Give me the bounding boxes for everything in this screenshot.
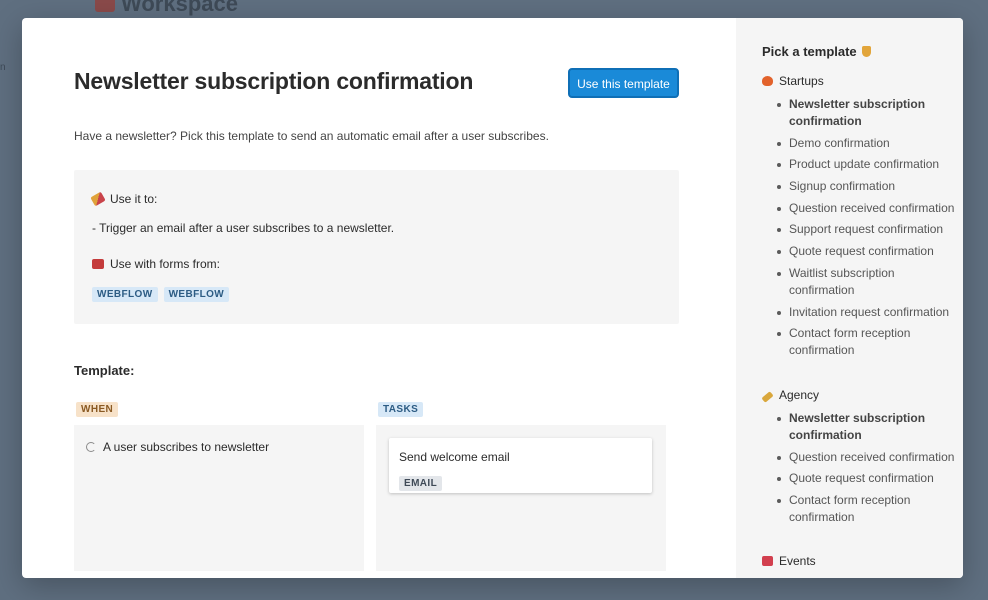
- template-section-title: Template:: [74, 363, 135, 378]
- when-label: WHEN: [76, 399, 119, 417]
- tasks-label: TASKS: [378, 399, 424, 417]
- info-box: Use it to: - Trigger an email after a us…: [74, 170, 679, 324]
- refresh-icon: [86, 442, 96, 452]
- pointing-down-icon: [861, 46, 871, 57]
- category-label: Startups: [779, 74, 824, 88]
- form-tag-webflow: WEBFLOW: [92, 287, 158, 302]
- template-item[interactable]: Invitation request confirmation: [775, 304, 955, 321]
- category-agency: Agency: [761, 388, 820, 403]
- sidebar-title: Pick a template: [762, 44, 871, 59]
- use-template-button[interactable]: Use this template: [568, 68, 679, 98]
- page-title: Newsletter subscription confirmation: [74, 68, 474, 94]
- template-item[interactable]: Contact form reception confirmation: [775, 325, 955, 359]
- use-it-to-label: Use it to:: [110, 192, 158, 206]
- template-item[interactable]: Contact form reception confirmation: [775, 492, 955, 526]
- startups-template-list: Newsletter subscription confirmation Dem…: [775, 96, 955, 364]
- use-it-to-row: Use it to:: [90, 191, 158, 207]
- workspace-title-text: Workspace: [121, 0, 238, 16]
- paintbrush-icon: [761, 391, 774, 403]
- template-item[interactable]: Newsletter subscription confirmation: [775, 410, 955, 444]
- when-column: A user subscribes to newsletter: [74, 425, 364, 571]
- template-item[interactable]: Question received confirmation: [775, 449, 955, 466]
- template-picker-sidebar: Pick a template Startups Newsletter subs…: [736, 18, 963, 578]
- ticket-icon: [762, 556, 773, 566]
- trigger-item[interactable]: A user subscribes to newsletter: [86, 440, 269, 454]
- sidebar-title-text: Pick a template: [762, 44, 857, 59]
- agency-template-list: Newsletter subscription confirmation Que…: [775, 410, 955, 531]
- tasks-column: Send welcome email EMAIL: [376, 425, 666, 571]
- category-startups: Startups: [762, 74, 824, 88]
- background-workspace-title: Workspace: [95, 0, 238, 17]
- template-item[interactable]: Quote request confirmation: [775, 243, 955, 260]
- when-tag: WHEN: [76, 402, 119, 417]
- template-description: Have a newsletter? Pick this template to…: [74, 129, 549, 143]
- template-item[interactable]: Question received confirmation: [775, 200, 955, 217]
- template-item[interactable]: Newsletter subscription confirmation: [775, 96, 955, 130]
- use-it-to-text: - Trigger an email after a user subscrib…: [92, 221, 395, 235]
- template-detail: Newsletter subscription confirmation Use…: [22, 18, 736, 578]
- form-tags: WEBFLOW WEBFLOW: [92, 284, 235, 302]
- task-card[interactable]: Send welcome email EMAIL: [389, 438, 652, 493]
- toolbox-icon: [95, 0, 115, 12]
- trigger-text: A user subscribes to newsletter: [103, 440, 270, 454]
- email-tag: EMAIL: [399, 476, 443, 491]
- template-item[interactable]: Product update confirmation: [775, 156, 955, 173]
- task-tag: EMAIL: [399, 473, 443, 491]
- template-item[interactable]: Quote request confirmation: [775, 470, 955, 487]
- tasks-tag: TASKS: [378, 402, 424, 417]
- forms-row: Use with forms from:: [92, 257, 220, 271]
- pill-icon: [90, 191, 106, 207]
- template-item[interactable]: Signup confirmation: [775, 178, 955, 195]
- category-label: Events: [779, 554, 816, 568]
- template-item[interactable]: Support request confirmation: [775, 221, 955, 238]
- fire-icon: [762, 76, 773, 86]
- toolbox-icon: [92, 259, 104, 269]
- task-title: Send welcome email: [399, 450, 510, 464]
- template-item[interactable]: Waitlist subscription confirmation: [775, 265, 955, 299]
- category-events: Events: [762, 554, 816, 568]
- forms-label: Use with forms from:: [110, 257, 221, 271]
- form-tag-webflow: WEBFLOW: [163, 287, 230, 302]
- background-edge: n: [0, 62, 6, 73]
- template-modal: Newsletter subscription confirmation Use…: [22, 18, 963, 578]
- template-item[interactable]: Demo confirmation: [775, 135, 955, 152]
- category-label: Agency: [779, 388, 820, 402]
